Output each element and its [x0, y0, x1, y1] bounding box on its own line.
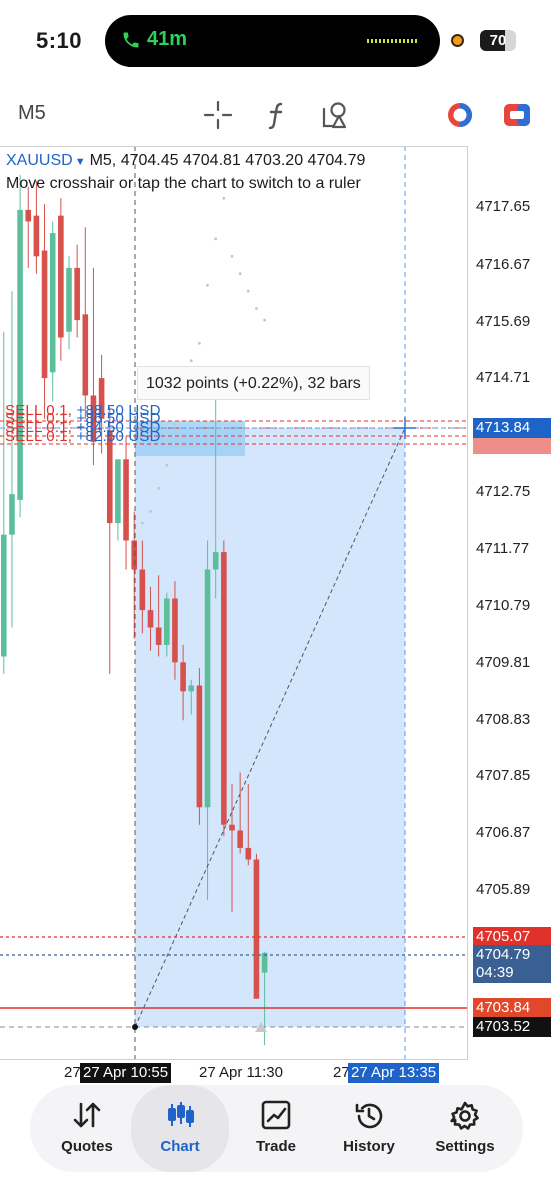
price-tick: 4712.75 [476, 483, 531, 500]
price-tick: 4716.67 [476, 256, 531, 273]
price-tick: 4711.77 [476, 540, 530, 557]
price-tick: 4717.65 [476, 198, 531, 215]
chart-header: XAUUSD ▼ M5, 4704.45 4704.81 4703.20 4704.… [6, 150, 365, 195]
price-tick: 4707.85 [476, 767, 531, 784]
crosshair-start-time-tag: 27 Apr 10:55 [80, 1063, 172, 1083]
time-label: 27 [64, 1064, 81, 1081]
crosshair-price-tag: 4713.84 [473, 418, 551, 438]
position-price-tag: 4703.84 [473, 998, 551, 1018]
trade-chart-icon [261, 1100, 291, 1130]
crosshair-end-time-tag: 27 Apr 13:35 [348, 1063, 440, 1083]
price-tick: 4715.69 [476, 313, 531, 330]
symbol-name[interactable]: XAUUSD [6, 152, 73, 169]
price-tick: 4706.87 [476, 824, 531, 841]
price-tick: 4709.81 [476, 654, 531, 671]
nav-label: Settings [435, 1138, 495, 1155]
sell-price-tag-stack [473, 436, 551, 454]
price-tick: 4714.71 [476, 369, 531, 386]
ruler-measure-label: 1032 points (+0.22%), 32 bars [137, 366, 370, 400]
chart-candles-icon [168, 1102, 194, 1127]
price-tick: 4710.79 [476, 597, 531, 614]
nav-chart[interactable]: Chart [131, 1085, 229, 1172]
symbol-dropdown-icon[interactable]: ▼ [75, 156, 86, 168]
price-tick: 4708.83 [476, 711, 531, 728]
nav-label: History [343, 1138, 395, 1155]
ohlc-info: M5, 4704.45 4704.81 4703.20 4704.79 [89, 152, 366, 169]
chart-frame [0, 146, 468, 1060]
current-price-tag: 4704.79 [473, 945, 551, 965]
nav-history[interactable]: History [320, 1085, 418, 1172]
alert-price-tag: 4705.07 [473, 927, 551, 947]
crosshair-bottom-price-tag: 4703.52 [473, 1017, 551, 1037]
bottom-navigation: Quotes Chart Trade History Settings [30, 1085, 523, 1172]
crosshair-hint: Move crosshair or tap the chart to switc… [6, 175, 361, 192]
history-clock-icon [355, 1103, 383, 1129]
nav-label: Trade [255, 1138, 297, 1155]
bar-countdown-tag: 04:39 [473, 963, 551, 983]
price-tick: 4705.89 [476, 881, 531, 898]
nav-trade[interactable]: Trade [227, 1085, 325, 1172]
settings-gear-icon [450, 1101, 479, 1130]
time-label: 27 Apr 11:30 [199, 1064, 283, 1081]
nav-quotes[interactable]: Quotes [38, 1085, 136, 1172]
nav-label: Chart [160, 1138, 200, 1155]
nav-settings[interactable]: Settings [416, 1085, 514, 1172]
quotes-arrows-icon [73, 1102, 101, 1128]
sell-order-label[interactable]: SELL 0.1, +82.50 USD [5, 428, 161, 445]
nav-label: Quotes [61, 1138, 113, 1155]
